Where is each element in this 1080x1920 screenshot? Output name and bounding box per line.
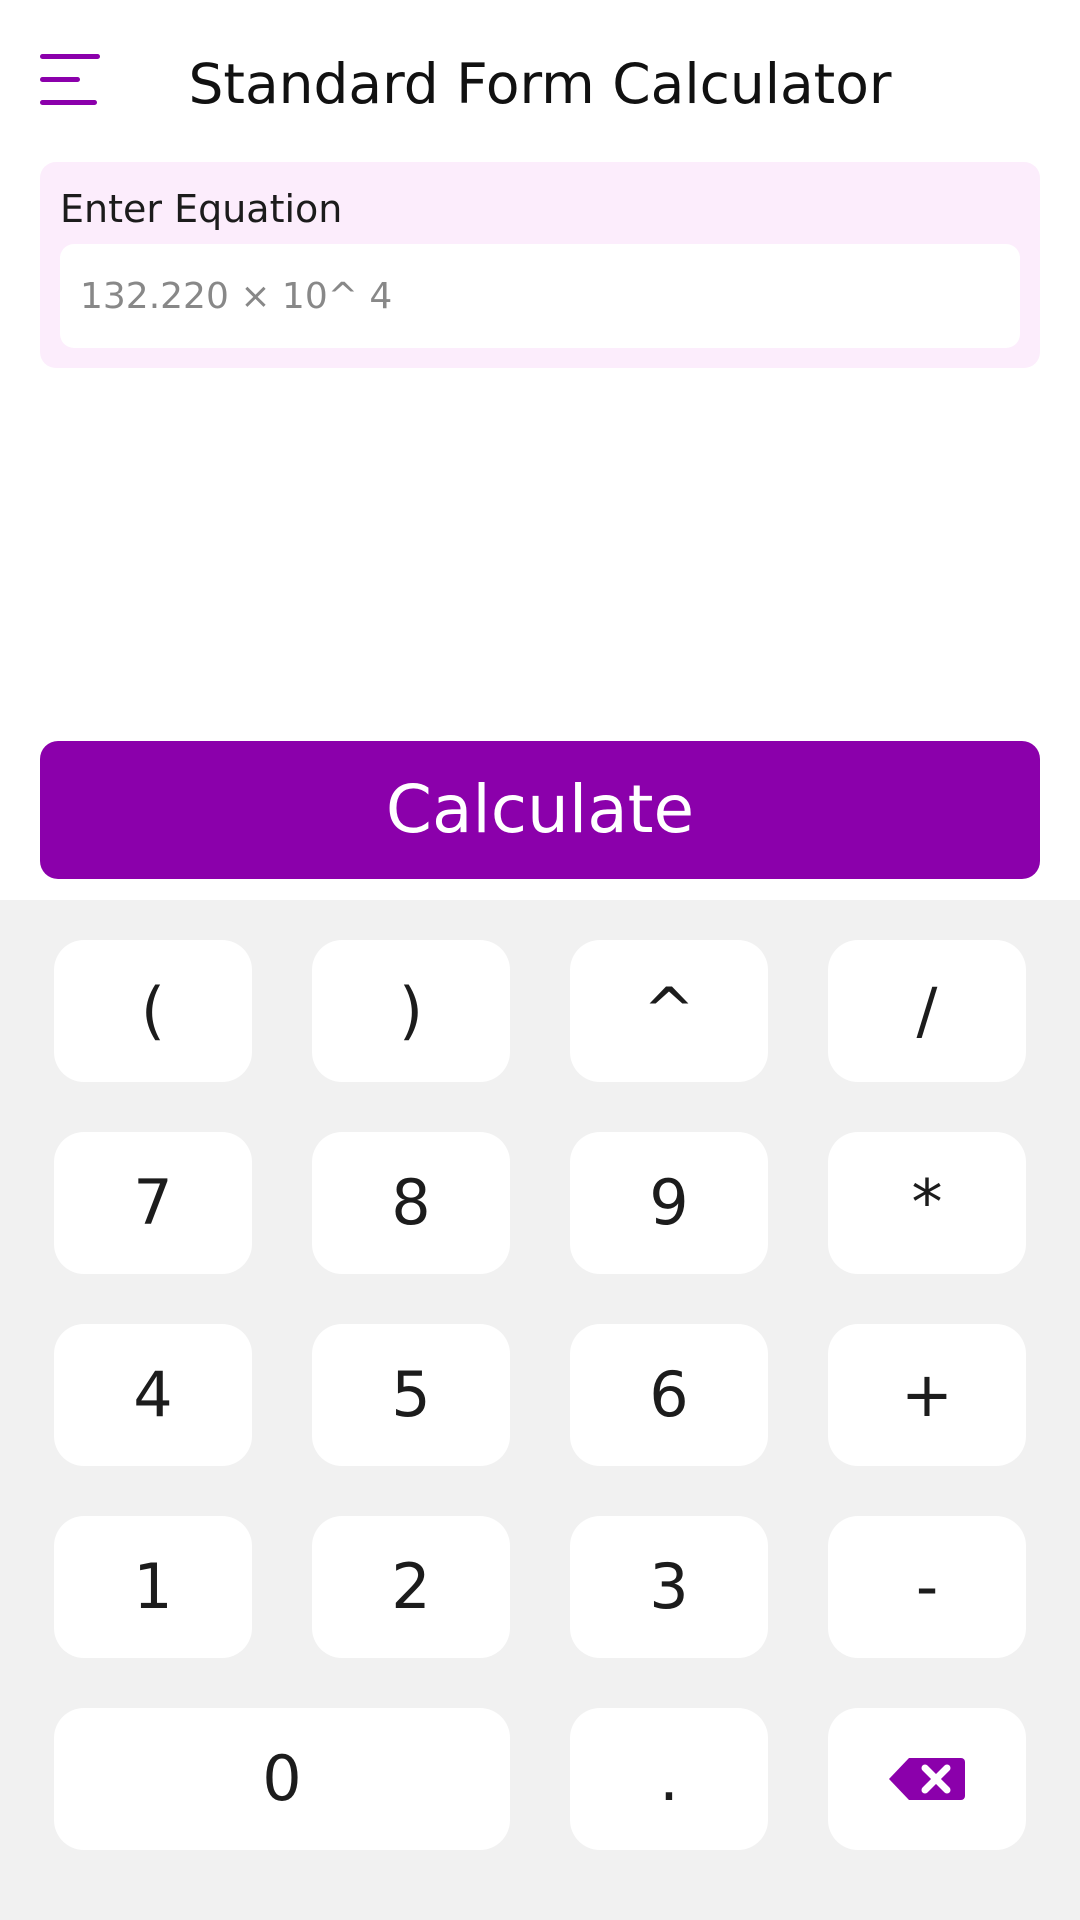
key-0[interactable]: 0 xyxy=(54,1708,510,1850)
key-6[interactable]: 6 xyxy=(570,1324,768,1466)
key-divide[interactable]: / xyxy=(828,940,1026,1082)
key-plus[interactable]: + xyxy=(828,1324,1026,1466)
key-1[interactable]: 1 xyxy=(54,1516,252,1658)
equation-card: Enter Equation xyxy=(40,162,1040,368)
key-minus[interactable]: - xyxy=(828,1516,1026,1658)
page-title: Standard Form Calculator xyxy=(188,52,892,116)
backspace-icon xyxy=(889,1758,965,1800)
calculate-button[interactable]: Calculate xyxy=(40,741,1040,879)
key-2[interactable]: 2 xyxy=(312,1516,510,1658)
key-8[interactable]: 8 xyxy=(312,1132,510,1274)
key-7[interactable]: 7 xyxy=(54,1132,252,1274)
keypad: ( ) ^ / 7 8 9 * 4 5 6 + 1 2 3 - 0 . xyxy=(0,900,1080,1920)
key-decimal[interactable]: . xyxy=(570,1708,768,1850)
key-open-paren[interactable]: ( xyxy=(54,940,252,1082)
equation-input[interactable] xyxy=(60,244,1020,348)
key-5[interactable]: 5 xyxy=(312,1324,510,1466)
key-close-paren[interactable]: ) xyxy=(312,940,510,1082)
key-multiply[interactable]: * xyxy=(828,1132,1026,1274)
key-caret[interactable]: ^ xyxy=(570,940,768,1082)
backspace-button[interactable] xyxy=(828,1708,1026,1850)
key-9[interactable]: 9 xyxy=(570,1132,768,1274)
key-3[interactable]: 3 xyxy=(570,1516,768,1658)
key-4[interactable]: 4 xyxy=(54,1324,252,1466)
equation-label: Enter Equation xyxy=(60,187,343,231)
app-header: Standard Form Calculator xyxy=(0,0,1080,160)
